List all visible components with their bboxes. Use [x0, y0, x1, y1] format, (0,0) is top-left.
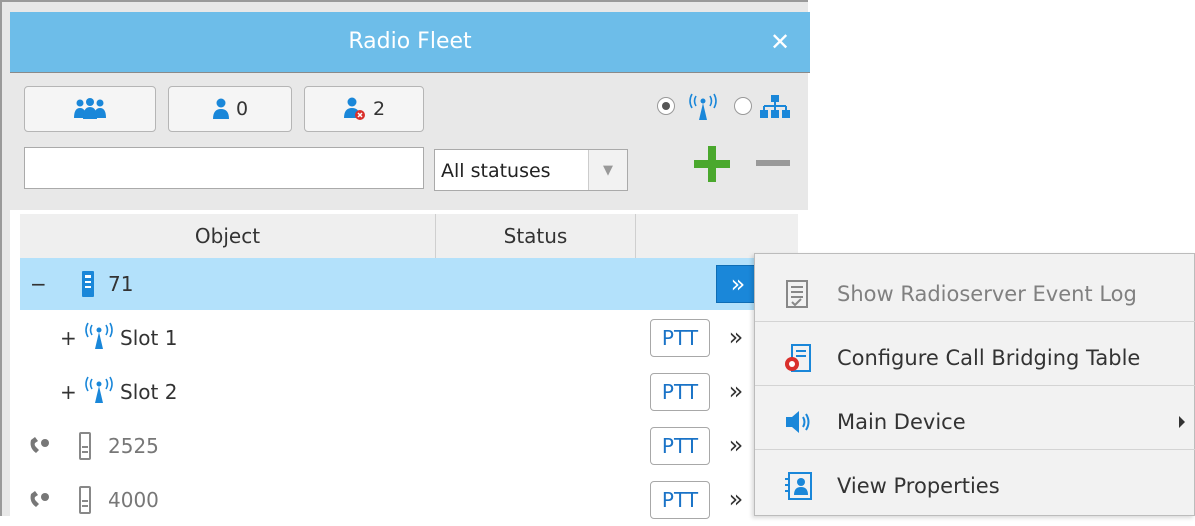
close-button[interactable]: ✕: [764, 25, 796, 59]
ptt-button[interactable]: PTT: [650, 481, 710, 519]
menu-item-show-event-log[interactable]: Show Radioserver Event Log: [755, 266, 1195, 322]
context-menu: Show Radioserver Event Log Configure Cal…: [754, 253, 1195, 516]
table-row-slot-1[interactable]: + Slot 1 PTT »: [20, 312, 810, 364]
menu-item-label: View Properties: [837, 474, 1000, 498]
column-header-object[interactable]: Object: [20, 214, 436, 258]
remove-button[interactable]: [756, 160, 790, 166]
expand-toggle[interactable]: +: [60, 366, 77, 418]
radio-network-view-radio[interactable]: [657, 97, 675, 115]
all-groups-button[interactable]: [24, 86, 156, 132]
row-label: 2525: [108, 434, 159, 458]
offline-count: 2: [372, 98, 386, 120]
menu-item-main-device[interactable]: Main Device: [755, 394, 1195, 450]
call-bridging-icon: [785, 344, 811, 372]
antenna-icon: [85, 322, 113, 349]
table-header: Object Status: [20, 214, 798, 259]
column-header-status[interactable]: Status: [436, 214, 636, 258]
handset-icon: [30, 437, 49, 453]
menu-item-view-properties[interactable]: View Properties: [755, 458, 1195, 514]
user-offline-icon: [343, 97, 365, 120]
table-row-radioserver-71[interactable]: − 71 »: [20, 258, 810, 310]
chevron-down-icon[interactable]: ▼: [588, 150, 627, 190]
antenna-icon: [689, 93, 717, 120]
column-header-actions: [636, 214, 798, 258]
ptt-button[interactable]: PTT: [650, 427, 710, 465]
hierarchy-view-radio[interactable]: [734, 97, 752, 115]
radio-fleet-window: Radio Fleet ✕ 0 2 All statuses ▼ Object …: [0, 0, 810, 519]
add-button[interactable]: [690, 142, 734, 186]
group-icon: [74, 98, 106, 119]
ptt-button[interactable]: PTT: [650, 319, 710, 357]
more-actions-button[interactable]: »: [716, 319, 756, 357]
speaker-icon: [786, 411, 810, 433]
radio-device-icon: [79, 432, 91, 460]
user-icon: [212, 98, 229, 119]
row-label: Slot 1: [120, 326, 178, 350]
menu-item-label: Main Device: [837, 410, 966, 434]
table-row-radio-2525[interactable]: 2525 PTT »: [20, 420, 810, 472]
hierarchy-icon: [760, 95, 790, 118]
online-count: 0: [235, 98, 249, 120]
event-log-icon: [786, 280, 808, 308]
properties-icon: [785, 472, 812, 500]
menu-item-label: Configure Call Bridging Table: [837, 346, 1141, 370]
row-label: 71: [108, 272, 134, 296]
submenu-arrow-icon: [1179, 416, 1185, 428]
ptt-button[interactable]: PTT: [650, 373, 710, 411]
search-input[interactable]: [24, 147, 424, 189]
fleet-table: Object Status − 71 » + Slot 1 PTT » + Sl…: [10, 210, 810, 519]
row-label: 4000: [108, 488, 159, 512]
antenna-icon: [85, 376, 113, 403]
status-filter-value: All statuses: [441, 160, 551, 182]
row-label: Slot 2: [120, 380, 178, 404]
more-actions-button[interactable]: »: [716, 427, 756, 465]
table-row-slot-2[interactable]: + Slot 2 PTT »: [20, 366, 810, 418]
window-title: Radio Fleet: [348, 29, 472, 54]
expand-toggle[interactable]: +: [60, 312, 77, 364]
collapse-toggle[interactable]: −: [30, 258, 47, 310]
more-actions-button[interactable]: »: [716, 373, 756, 411]
menu-item-label: Show Radioserver Event Log: [837, 282, 1137, 306]
menu-item-configure-call-bridging[interactable]: Configure Call Bridging Table: [755, 330, 1195, 386]
radio-device-icon: [79, 486, 91, 514]
radioserver-icon: [82, 271, 94, 297]
status-filter-select[interactable]: All statuses ▼: [434, 149, 628, 191]
offline-users-button[interactable]: 2: [304, 86, 424, 132]
table-row-radio-4000[interactable]: 4000 PTT »: [20, 474, 810, 526]
title-bar: Radio Fleet ✕: [10, 12, 810, 73]
online-users-button[interactable]: 0: [168, 86, 292, 132]
handset-icon: [30, 491, 49, 507]
more-actions-button[interactable]: »: [716, 481, 756, 519]
